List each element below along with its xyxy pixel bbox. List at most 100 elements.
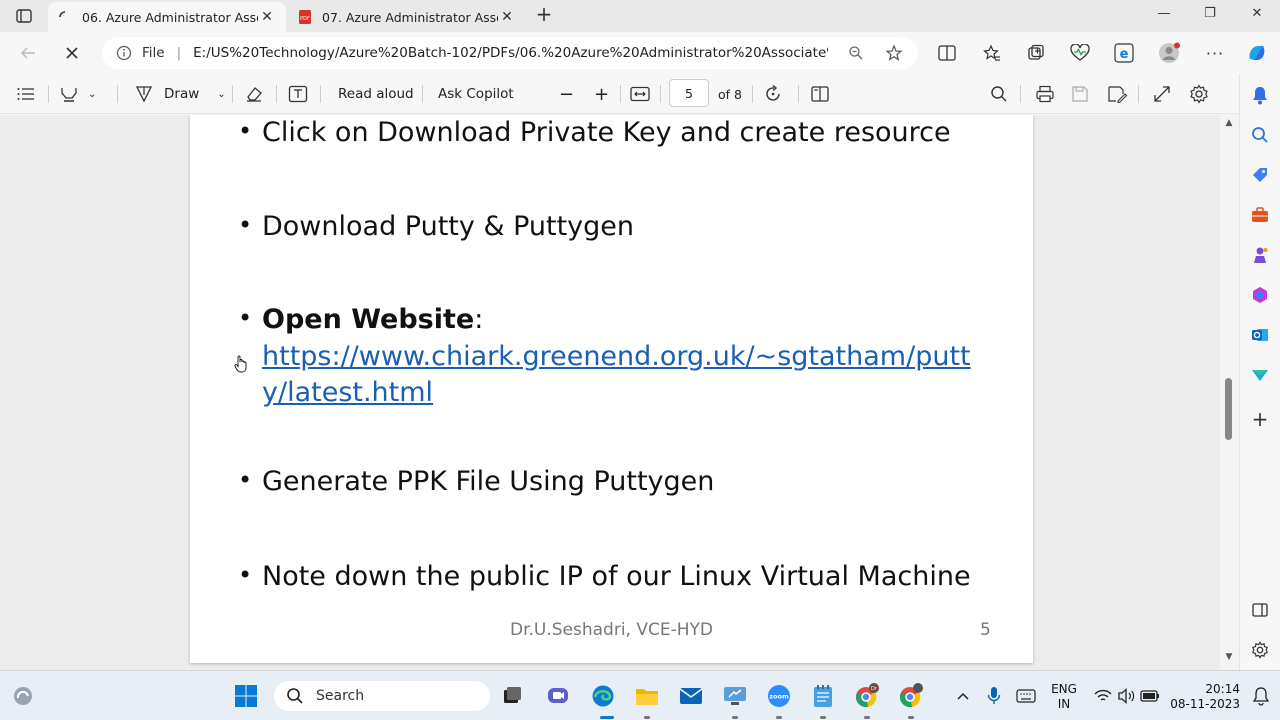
chrome-profile-dr-icon[interactable]: Dr (854, 683, 880, 709)
internet-explorer-mode-icon[interactable]: e (1113, 42, 1135, 64)
bullet-dot: • (238, 561, 253, 589)
volume-icon[interactable] (1113, 683, 1139, 709)
back-button[interactable] (17, 42, 39, 64)
outlook-icon[interactable] (1249, 324, 1271, 346)
running-indicator (908, 716, 914, 719)
microsoft-365-icon[interactable] (1249, 284, 1271, 306)
putty-download-link[interactable]: https://www.chiark.greenend.org.uk/~sgta… (262, 339, 971, 411)
close-tab-icon[interactable]: ✕ (258, 9, 276, 25)
page-number-input[interactable]: 5 (669, 79, 709, 107)
erase-button[interactable] (244, 83, 264, 105)
draw-tool[interactable]: Draw ⌄ (134, 83, 226, 105)
profile-avatar[interactable] (1158, 42, 1180, 64)
hand-cursor-icon (234, 355, 247, 373)
save-icon (1072, 86, 1088, 102)
chevron-down-icon[interactable]: ⌄ (217, 89, 225, 100)
slide-footer-page-number: 5 (980, 620, 991, 640)
new-tab-button[interactable]: + (534, 4, 554, 26)
zoom-out-button[interactable]: − (559, 83, 574, 105)
save-button[interactable] (1071, 83, 1089, 105)
expand-icon (1154, 86, 1170, 102)
file-explorer-icon[interactable] (634, 683, 660, 709)
find-button[interactable] (990, 83, 1008, 105)
keyboard-icon[interactable] (1013, 683, 1039, 709)
input-language-indicator[interactable]: ENG IN (1046, 682, 1082, 712)
contents-icon[interactable] (16, 83, 36, 105)
battery-icon[interactable] (1137, 683, 1163, 709)
read-aloud-button[interactable]: Read aloud (338, 83, 414, 105)
favorites-icon[interactable] (981, 42, 1003, 64)
bullet-dot: • (238, 117, 253, 145)
more-options-icon[interactable]: ··· (1204, 42, 1226, 64)
minimize-button[interactable]: — (1141, 6, 1187, 26)
svg-text:Dr: Dr (871, 686, 878, 692)
address-bar[interactable]: File | E:/US%20Technology/Azure%20Batch-… (102, 37, 918, 69)
add-text-button[interactable] (288, 83, 308, 105)
toolbar-separator (660, 85, 661, 103)
ask-copilot-button[interactable]: Ask Copilot (438, 83, 514, 105)
zoom-icon[interactable] (846, 43, 866, 63)
zoom-app-icon[interactable]: zoom (766, 683, 792, 709)
task-view-icon[interactable] (499, 683, 525, 709)
save-as-button[interactable] (1107, 83, 1127, 105)
bullet-dot: • (238, 466, 253, 494)
favorite-star-icon[interactable] (884, 43, 904, 63)
notification-center-icon[interactable] (1248, 683, 1274, 709)
pdf-settings-button[interactable] (1189, 83, 1209, 105)
copilot-icon[interactable] (1246, 42, 1268, 64)
microphone-icon[interactable] (981, 683, 1007, 709)
remote-desktop-icon[interactable] (722, 683, 748, 709)
pdf-page: • Click on Download Private Key and crea… (190, 115, 1033, 663)
toolbar-separator (117, 85, 118, 103)
show-hidden-icons-chevron-icon[interactable] (950, 683, 976, 709)
close-window-button[interactable]: ✕ (1234, 6, 1280, 26)
restore-button[interactable]: ❐ (1187, 6, 1233, 26)
full-screen-button[interactable] (1153, 83, 1171, 105)
open-website-colon: : (474, 304, 484, 335)
weather-widget-icon[interactable] (10, 683, 36, 709)
page-view-button[interactable] (810, 83, 830, 105)
mail-icon[interactable] (678, 683, 704, 709)
chevron-down-icon[interactable]: ⌄ (88, 89, 96, 100)
clock[interactable]: 20:14 08-11-2023 (1168, 682, 1240, 712)
teams-meet-icon[interactable] (545, 683, 571, 709)
tab-actions-button[interactable] (8, 5, 40, 27)
add-sidebar-app-icon[interactable]: + (1249, 407, 1271, 431)
shopping-tag-icon[interactable] (1249, 164, 1271, 186)
taskbar-search-box[interactable]: Search (274, 681, 490, 711)
rotate-button[interactable] (764, 83, 784, 105)
drop-send-icon[interactable] (1249, 364, 1271, 386)
url-text[interactable]: E:/US%20Technology/Azure%20Batch-102/PDF… (193, 45, 828, 61)
highlight-tool[interactable]: ⌄ (58, 83, 96, 105)
browser-essentials-icon[interactable] (1069, 42, 1091, 64)
print-button[interactable] (1035, 83, 1055, 105)
tab-07-azure[interactable]: PDF 07. Azure Administrator Associate ✕ (288, 2, 526, 32)
zoom-in-button[interactable]: + (594, 83, 609, 105)
back-arrow-icon (20, 47, 35, 59)
notifications-bell-icon[interactable] (1249, 84, 1271, 106)
notepad-icon[interactable] (810, 683, 836, 709)
tab-06-azure[interactable]: 06. Azure Administrator Associate ✕ (48, 2, 286, 32)
close-tab-icon[interactable]: ✕ (498, 9, 516, 25)
hide-sidebar-icon[interactable] (1249, 599, 1271, 621)
loading-icon (59, 11, 66, 18)
search-icon (991, 86, 1007, 102)
sidebar-settings-gear-icon[interactable] (1249, 639, 1271, 661)
tools-briefcase-icon[interactable] (1249, 204, 1271, 226)
sidebar-search-icon[interactable] (1249, 124, 1271, 146)
split-screen-icon[interactable] (936, 42, 958, 64)
draw-pen-icon (135, 86, 153, 103)
fit-to-width-button[interactable] (630, 83, 650, 105)
edge-browser-icon[interactable] (590, 683, 616, 709)
open-website-label: Open Website (262, 304, 475, 335)
pdf-viewer[interactable]: • Click on Download Private Key and crea… (0, 115, 1238, 670)
bullet-dot: • (238, 211, 253, 239)
chrome-profile-icon[interactable] (898, 683, 924, 709)
scroll-down-arrow-icon[interactable]: ▼ (1222, 652, 1236, 664)
collections-icon[interactable] (1025, 42, 1047, 64)
scroll-up-arrow-icon[interactable]: ▲ (1222, 118, 1236, 130)
scrollbar-thumb[interactable] (1225, 378, 1232, 440)
games-icon[interactable] (1249, 244, 1271, 266)
windows-start-icon[interactable] (233, 683, 259, 709)
stop-loading-button[interactable] (61, 42, 83, 64)
